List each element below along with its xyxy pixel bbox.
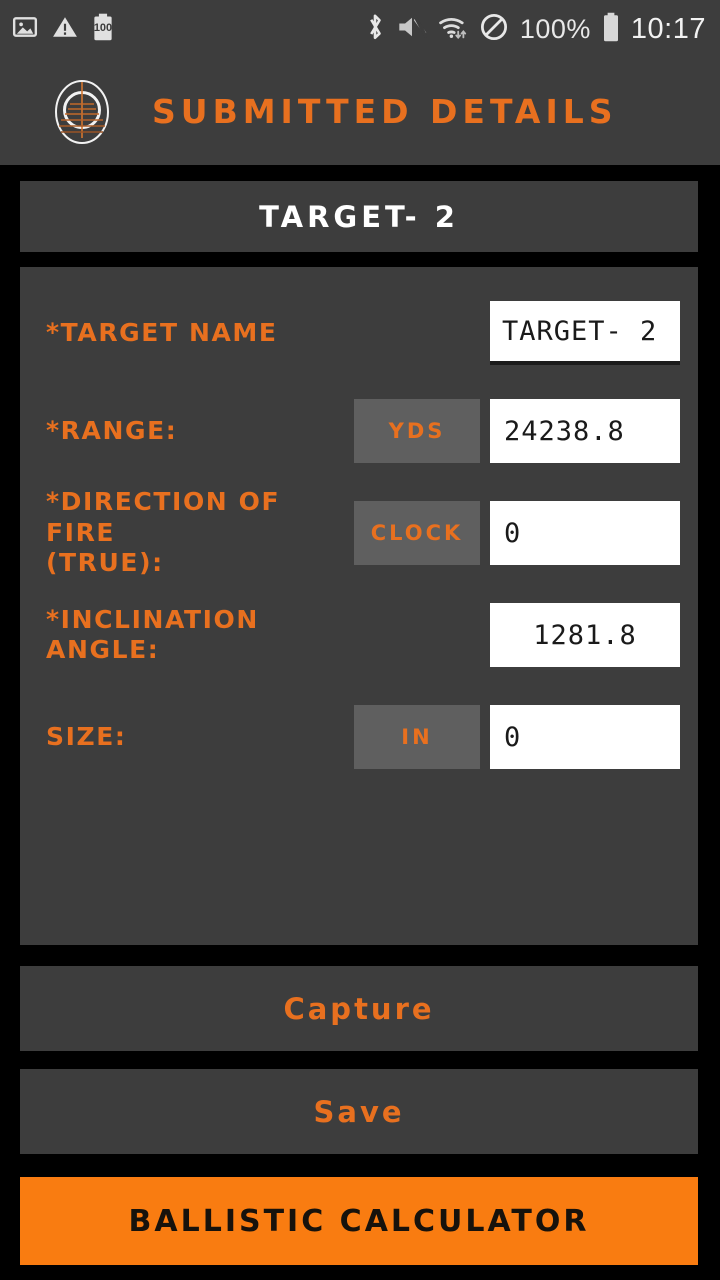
- size-unit-button[interactable]: IN: [354, 705, 480, 769]
- direction-of-fire-label: *Direction of Fire (True):: [46, 487, 354, 579]
- app-screen: 100 100% 10:17 SUBMITTED DETAILS TARGET-…: [0, 0, 720, 1280]
- app-header: Submitted Details: [0, 58, 720, 165]
- capture-button-label: Capture: [283, 991, 435, 1026]
- do-not-disturb-icon: [479, 12, 509, 46]
- save-button[interactable]: Save: [20, 1069, 698, 1154]
- ballistic-calculator-button-label: Ballistic Calculator: [128, 1203, 590, 1239]
- wifi-icon: [438, 13, 468, 45]
- range-label: *Range:: [46, 415, 178, 445]
- target-details-form: *Target Name TARGET- 2 *Range: YDS 24238…: [20, 267, 698, 945]
- capture-button[interactable]: Capture: [20, 966, 698, 1051]
- inclination-angle-input[interactable]: 1281.8: [490, 603, 680, 667]
- battery-saver-icon: 100: [92, 13, 114, 45]
- target-name-label: *Target Name: [46, 317, 278, 347]
- ballistic-calculator-button[interactable]: Ballistic Calculator: [20, 1177, 698, 1265]
- form-row-target-name: *Target Name TARGET- 2: [46, 291, 680, 375]
- target-name-input[interactable]: TARGET- 2: [490, 301, 680, 365]
- direction-of-fire-unit-button[interactable]: CLOCK: [354, 501, 480, 565]
- battery-percent-label: 100%: [519, 13, 591, 44]
- volume-mute-icon: [397, 13, 428, 45]
- battery-level-badge: 100: [93, 22, 113, 34]
- page-title: Submitted Details: [152, 92, 618, 131]
- direction-of-fire-input[interactable]: 0: [490, 501, 680, 565]
- clock-label: 10:17: [630, 12, 706, 45]
- form-row-inclination-angle: *Inclination Angle: 1281.8: [46, 599, 680, 671]
- row-gap-1: [46, 375, 680, 395]
- scope-reticle-logo-icon: [46, 76, 118, 148]
- form-row-range: *Range: YDS 24238.8: [46, 395, 680, 467]
- save-button-label: Save: [313, 1094, 405, 1129]
- form-row-size: Size: IN 0: [46, 701, 680, 773]
- direction-of-fire-label-line1: *Direction of Fire: [46, 487, 281, 547]
- photo-icon: [12, 14, 38, 44]
- inclination-angle-label: *Inclination Angle:: [46, 604, 259, 665]
- status-bar: 100 100% 10:17: [0, 0, 720, 58]
- target-title-label: TARGET- 2: [259, 199, 459, 234]
- target-title-card: TARGET- 2: [20, 181, 698, 252]
- warning-icon: [52, 14, 78, 44]
- bluetooth-icon: [364, 12, 386, 46]
- row-gap-4: [46, 671, 680, 701]
- status-bar-left-icons: 100: [12, 13, 114, 45]
- range-unit-button[interactable]: YDS: [354, 399, 480, 463]
- range-input[interactable]: 24238.8: [490, 399, 680, 463]
- form-row-direction-of-fire: *Direction of Fire (True): CLOCK 0: [46, 487, 680, 577]
- battery-full-icon: [602, 12, 620, 46]
- size-input[interactable]: 0: [490, 705, 680, 769]
- direction-of-fire-label-line2: (True):: [46, 548, 164, 578]
- size-label: Size:: [46, 721, 127, 751]
- status-bar-right-icons: 100% 10:17: [364, 12, 706, 46]
